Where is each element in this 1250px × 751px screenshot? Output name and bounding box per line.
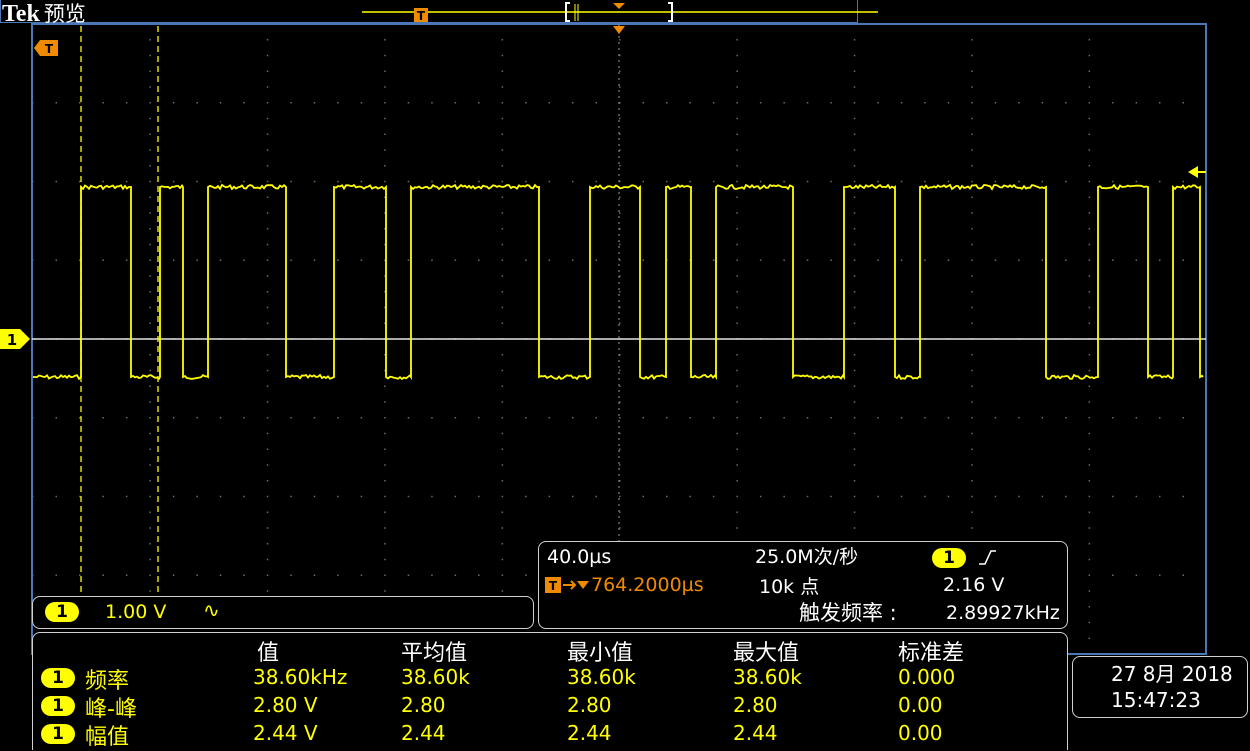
trigger-frequency-value: 2.89927kHz	[946, 602, 1060, 624]
trigger-time-marker[interactable]: T	[34, 40, 58, 56]
row-stddev: 0.00	[898, 693, 943, 717]
row-min: 2.44	[567, 721, 612, 745]
svg-text:T: T	[549, 579, 558, 593]
row-stddev: 0.00	[898, 721, 943, 745]
time-per-div: 40.0µs	[547, 546, 612, 568]
trigger-level: 2.16 V	[943, 574, 1005, 596]
time-label: 15:47:23	[1111, 688, 1201, 712]
svg-text:1: 1	[7, 331, 17, 349]
date-label: 27 8月 2018	[1111, 662, 1233, 686]
row-value: 2.44 V	[253, 721, 318, 745]
measurements-panel[interactable]: 值 平均值 最小值 最大值 标准差 1 频率 38.60kHz 38.60k 3…	[32, 632, 1068, 750]
channel1-scale: 1.00 V	[105, 601, 167, 623]
header-value: 值	[257, 641, 280, 666]
row-channel-badge: 1	[41, 668, 75, 688]
trigger-position-marker	[613, 26, 625, 34]
record-length: 10k 点	[759, 576, 820, 598]
svg-text:T: T	[45, 42, 54, 56]
datetime-panel[interactable]: 27 8月 2018 15:47:23	[1072, 656, 1248, 718]
row-mean: 2.80	[401, 693, 446, 717]
trigger-frequency-label: 触发频率 :	[799, 601, 897, 625]
row-channel-badge: 1	[41, 724, 75, 744]
row-mean: 38.60k	[401, 665, 470, 689]
row-name: 幅值	[85, 725, 130, 750]
row-max: 38.60k	[733, 665, 802, 689]
row-min: 38.60k	[567, 665, 636, 689]
row-value: 38.60kHz	[253, 665, 348, 689]
channel1-vertical-panel[interactable]: 1 1.00 V ∿	[32, 596, 534, 629]
row-mean: 2.44	[401, 721, 446, 745]
header-min: 最小值	[567, 641, 634, 666]
trigger-position-value: 764.2000µs	[591, 574, 704, 596]
horizontal-trigger-panel[interactable]: 40.0µs 25.0M次/秒 1 T 764.2000µs 10k 点 2.1…	[538, 541, 1068, 629]
header-mean: 平均值	[401, 641, 468, 666]
header-max: 最大值	[733, 641, 800, 666]
rising-edge-icon	[979, 550, 996, 565]
header-stddev: 标准差	[898, 641, 965, 666]
channel1-ground-marker[interactable]: 1	[0, 329, 30, 349]
trigger-source-badge: 1	[932, 548, 966, 568]
row-channel-badge: 1	[41, 696, 75, 716]
channel1-badge: 1	[45, 602, 79, 622]
sample-rate: 25.0M次/秒	[755, 546, 859, 568]
ac-coupling-icon: ∿	[203, 598, 220, 622]
row-max: 2.80	[733, 693, 778, 717]
row-max: 2.44	[733, 721, 778, 745]
row-min: 2.80	[567, 693, 612, 717]
row-value: 2.80 V	[253, 693, 318, 717]
channel1-trace	[33, 183, 1204, 381]
row-stddev: 0.000	[898, 665, 956, 689]
